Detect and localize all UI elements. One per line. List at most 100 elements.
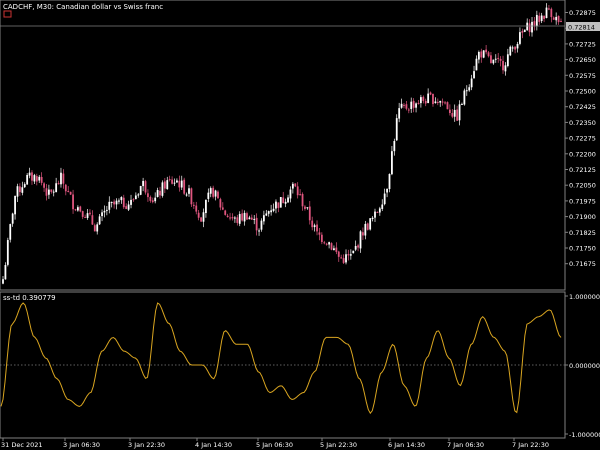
candle-body [277,202,280,208]
candle-body [163,181,166,189]
candle-body [217,191,219,199]
candle-body [55,183,58,193]
price-panel[interactable] [0,0,566,291]
candle-body [352,250,355,254]
candle-body [113,201,116,205]
candle-body [301,193,304,207]
candle-body [16,186,19,197]
time-tick-label: 3 Jan 06:30 [63,441,100,449]
candle-body [35,176,38,182]
candle-body [47,189,50,195]
candle-body [427,93,430,104]
price-tick-label: 0.72050 [569,182,596,190]
candle-body [357,245,359,248]
candle-body [236,217,239,223]
candle-body [64,184,67,192]
candle-body [9,224,12,240]
candle-body [456,109,459,121]
candle-body [362,232,364,236]
current-price-value: 0.72814 [568,24,595,32]
candle-body [118,200,120,202]
candle-body [342,258,345,263]
candle-body [552,17,555,20]
candle-body [43,183,45,188]
price-tick-label: 0.71975 [569,197,596,205]
candle-body [545,7,548,18]
candle-body [89,212,91,215]
candle-body [147,193,149,198]
candle-body [354,245,357,250]
price-axis[interactable]: 0.728750.728000.727250.726500.725750.725… [565,9,596,268]
candle-body [294,183,297,187]
price-tick-label: 0.72875 [569,9,596,17]
candle-body [6,240,9,265]
candle-body [340,257,343,259]
candle-body [374,211,376,218]
candle-body [284,201,287,204]
candle-body [190,188,193,205]
candle-body [183,179,186,194]
candle-body [436,101,439,103]
candle-body [325,243,328,245]
time-tick-label: 7 Jan 06:30 [447,441,484,449]
candle-body [480,51,483,58]
candle-body [516,43,519,49]
candle-body [461,103,463,105]
candle-body [103,210,106,213]
candle-body [45,188,48,196]
price-panel-frame [0,0,566,291]
candle-body [376,212,379,214]
candle-body [72,194,74,210]
candle-body [519,32,521,44]
candle-body [282,197,285,204]
candle-body [202,212,205,222]
candle-body [250,217,253,220]
candle-body [386,188,388,193]
indicator-tick-max: 1.000000 [569,293,600,301]
candle-body [38,176,41,181]
candle-body [555,16,558,21]
candle-body [543,15,545,19]
candle-body [502,60,504,71]
candle-body [393,140,396,152]
price-tick-label: 0.71675 [569,260,596,268]
candle-body [40,176,43,183]
candle-body [205,199,207,214]
candle-body [79,206,82,212]
candle-body [504,65,507,72]
candle-body [267,211,270,214]
candle-body [388,174,391,190]
candle-body [371,217,374,220]
candle-body [407,109,410,111]
candle-body [171,179,173,184]
candle-body [470,78,473,88]
indicator-label: ss-td 0.390779 [3,294,56,302]
candle-body [246,213,248,220]
candle-body [535,14,538,27]
price-tick-label: 0.71825 [569,229,596,237]
price-tick-label: 0.72350 [569,119,596,127]
candle-body [134,195,137,200]
candle-body [509,46,512,56]
candle-body [69,191,72,195]
indicator-panel[interactable] [0,291,566,439]
candle-body [110,201,113,203]
candle-body [52,191,55,193]
candle-body [108,201,111,210]
candle-body [400,103,403,108]
candle-body [296,186,299,196]
candle-body [11,213,14,224]
candle-body [439,100,442,103]
candle-body [526,22,529,31]
candle-body [311,220,314,228]
candle-body [127,204,130,210]
candle-body [214,190,217,197]
candle-body [14,195,16,215]
candle-body [258,230,260,232]
candle-body [497,57,500,59]
candle-body [192,204,195,206]
candle-body [168,179,171,181]
candle-body [229,217,231,219]
candle-body [328,242,331,245]
candle-body [494,58,497,60]
